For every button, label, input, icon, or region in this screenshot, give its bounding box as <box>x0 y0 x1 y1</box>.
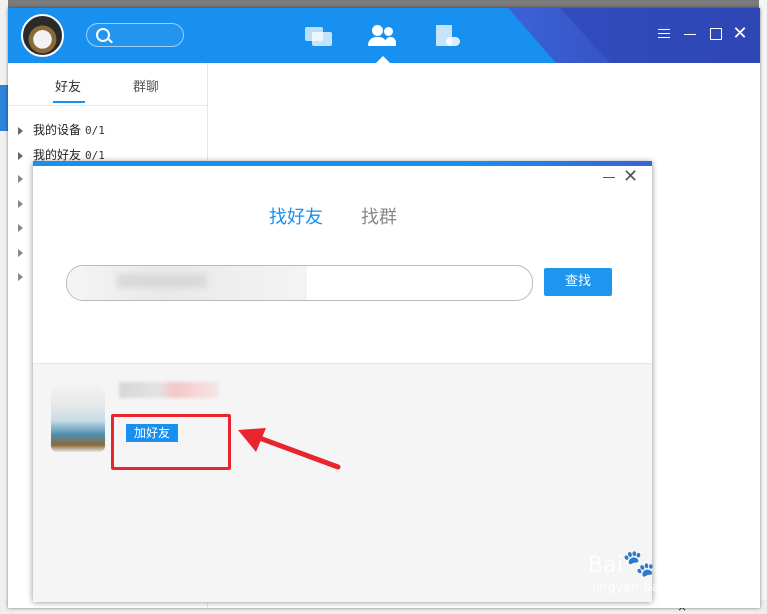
paw-logo-icon: 🐾 <box>622 549 656 579</box>
find-friend-dialog: ✕ 找好友 找群 查找 加好友 <box>33 161 652 602</box>
tab-group-chats[interactable]: 群聊 <box>133 76 159 95</box>
watermark-brand: Bai <box>588 553 623 578</box>
space-tab-icon[interactable] <box>436 25 464 49</box>
group-label: 我的设备 <box>33 123 82 137</box>
dialog-minimize-icon[interactable] <box>603 177 615 178</box>
active-tab-indicator <box>376 56 390 63</box>
messages-tab-icon[interactable] <box>305 25 333 49</box>
group-my-devices[interactable]: 我的设备 0/1 <box>18 121 105 138</box>
annotation-highlight-box <box>111 414 231 470</box>
expand-arrow-icon[interactable] <box>18 249 23 257</box>
search-icon <box>96 28 110 42</box>
search-results-panel: 加好友 <box>33 363 652 602</box>
menu-icon[interactable] <box>656 26 672 42</box>
watermark-brand-suffix: 经验 <box>655 553 700 578</box>
dialog-accent-bar <box>33 161 652 166</box>
group-count: 0/1 <box>85 124 105 137</box>
expand-arrow-icon[interactable] <box>18 273 23 281</box>
divider <box>8 105 207 106</box>
search-box[interactable] <box>86 23 184 47</box>
expand-arrow-icon[interactable] <box>18 224 23 232</box>
expand-arrow-icon[interactable] <box>18 175 23 183</box>
result-avatar[interactable] <box>51 382 105 452</box>
close-icon[interactable]: ✕ <box>732 25 748 43</box>
tab-find-group[interactable]: 找群 <box>361 203 397 229</box>
contacts-tab-icon[interactable] <box>368 25 396 49</box>
background-window-right-edge <box>759 0 767 614</box>
maximize-icon[interactable] <box>708 26 724 42</box>
dialog-close-icon[interactable]: ✕ <box>623 166 638 188</box>
watermark-url: jingyan.baidu.com <box>592 580 712 594</box>
tab-active-underline <box>53 101 85 103</box>
search-button[interactable]: 查找 <box>544 268 612 296</box>
background-window-left-edge <box>0 0 8 614</box>
expand-arrow-icon <box>18 151 23 160</box>
expand-arrow-icon[interactable] <box>18 200 23 208</box>
baidu-watermark: Bai🐾经验 <box>588 547 699 579</box>
result-name-blurred <box>119 382 219 398</box>
group-label: 我的好友 <box>33 148 82 162</box>
tab-find-friend[interactable]: 找好友 <box>269 203 323 229</box>
tab-friends[interactable]: 好友 <box>55 76 81 95</box>
search-input[interactable] <box>66 265 533 301</box>
blurred-query-text <box>117 274 207 288</box>
title-bar: ✕ <box>8 8 760 63</box>
minimize-icon[interactable] <box>682 26 698 42</box>
expand-arrow-icon <box>18 126 23 135</box>
annotation-arrow-icon <box>238 428 341 470</box>
user-avatar[interactable] <box>21 14 64 57</box>
